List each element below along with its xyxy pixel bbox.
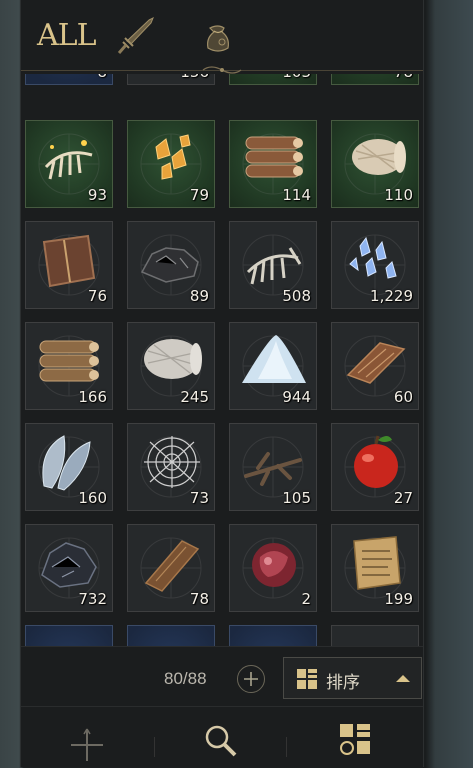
item-count: 114 [282,186,311,204]
inventory-slot-wood-bark[interactable]: 60 [331,322,419,410]
item-count: 27 [393,489,413,507]
thread-spool-icon [352,139,406,175]
category-tabs: ALL [21,0,423,74]
item-count: 79 [189,186,209,204]
blue-crystals-icon [349,236,397,279]
item-count: 73 [189,489,209,507]
inventory-panel: ALL 8 156 103 78 93 79 114 110 76 89 508 1,229 166 24… [20,0,424,767]
timber-logs-icon [39,340,99,382]
inventory-slot-partial[interactable] [25,625,113,646]
item-count: 60 [393,388,413,406]
item-count: 166 [78,388,107,406]
item-count: 93 [87,186,107,204]
item-count: 78 [189,590,209,608]
inventory-slot-partial[interactable] [229,625,317,646]
inventory-slot-partial[interactable] [331,625,419,646]
salt-powder-icon [242,335,306,383]
inventory-slot-partial-item-green[interactable]: 103 [229,74,317,85]
leather-hide-icon [42,234,96,288]
item-count: 76 [87,287,107,305]
inventory-slot-bones[interactable]: 508 [229,221,317,309]
item-count: 732 [78,590,107,608]
glowing-bones-icon [44,140,93,180]
item-count: 110 [384,186,413,204]
item-count: 89 [189,287,209,305]
item-count: 103 [282,74,311,81]
inventory-slot-leather-hide[interactable]: 76 [25,221,113,309]
dark-ore-icon [41,542,97,588]
inventory-slot-red-apple[interactable]: 27 [331,423,419,511]
inventory-slot-dark-ore[interactable]: 732 [25,524,113,612]
item-count: 944 [282,388,311,406]
inventory-grid: 8 156 103 78 93 79 114 110 76 89 508 1,229 166 245 944… [21,74,423,646]
sort-label: 排序 [326,673,360,692]
item-count: 245 [180,388,209,406]
item-count: 2 [301,590,311,608]
insect-wings-icon [42,435,91,491]
parchment-scroll-icon [353,536,401,590]
yarn-spool-icon [144,339,202,379]
inventory-slot-twigs[interactable]: 105 [229,423,317,511]
inventory-slot-log-bundle[interactable]: 114 [229,120,317,208]
item-count: 78 [394,74,413,81]
amber-crystals-icon [155,134,191,180]
expand-capacity-button[interactable] [237,665,265,693]
item-count: 156 [180,74,209,81]
wooden-plank-icon [144,540,200,592]
inventory-slot-coal-ore[interactable]: 89 [127,221,215,309]
inventory-slot-thread-spool[interactable]: 110 [331,120,419,208]
inventory-slot-yarn-spool[interactable]: 245 [127,322,215,410]
separator [286,737,287,757]
item-count: 1,229 [370,287,413,305]
inventory-slot-timber-logs[interactable]: 166 [25,322,113,410]
separator [154,737,155,757]
grid-icon [297,669,317,689]
inventory-slot-partial[interactable] [127,625,215,646]
wood-bark-icon [346,342,406,384]
magnifier-icon[interactable] [201,721,241,761]
capacity-count: 80/88 [164,669,207,688]
inventory-slot-wooden-plank[interactable]: 78 [127,524,215,612]
grid-view-icon[interactable] [339,723,373,757]
twigs-icon [244,452,302,486]
pouch-icon[interactable] [196,14,240,58]
log-bundle-icon [245,136,303,178]
inventory-slot-partial-item[interactable]: 156 [127,74,215,85]
sort-button[interactable]: 排序 [283,657,422,699]
bones-icon [246,247,302,285]
inventory-slot-crimson-stone[interactable]: 2 [229,524,317,612]
item-count: 160 [78,489,107,507]
bottom-action-bar [21,706,423,768]
coal-ore-icon [140,247,199,283]
inventory-slot-insect-wings[interactable]: 160 [25,423,113,511]
spider-web-icon [144,436,200,488]
divider [21,646,423,647]
inventory-slot-parchment-scroll[interactable]: 199 [331,524,419,612]
item-count: 199 [384,590,413,608]
inventory-slot-partial-item-green[interactable]: 78 [331,74,419,85]
move-cross-icon[interactable] [67,725,107,765]
plus-icon [244,672,258,686]
crimson-stone-icon [252,543,296,587]
inventory-slot-glowing-bones[interactable]: 93 [25,120,113,208]
chevron-up-icon [396,675,410,682]
inventory-slot-blue-crystals[interactable]: 1,229 [331,221,419,309]
inventory-slot-salt-powder[interactable]: 944 [229,322,317,410]
inventory-slot-partial-item-blue[interactable]: 8 [25,74,113,85]
inventory-slot-amber-crystals[interactable]: 79 [127,120,215,208]
item-count: 8 [97,74,107,81]
tab-all[interactable]: ALL [37,18,97,54]
item-count: 105 [282,489,311,507]
sword-icon[interactable] [113,14,157,58]
item-count: 508 [282,287,311,305]
inventory-slot-spider-web[interactable]: 73 [127,423,215,511]
red-apple-icon [354,435,398,488]
